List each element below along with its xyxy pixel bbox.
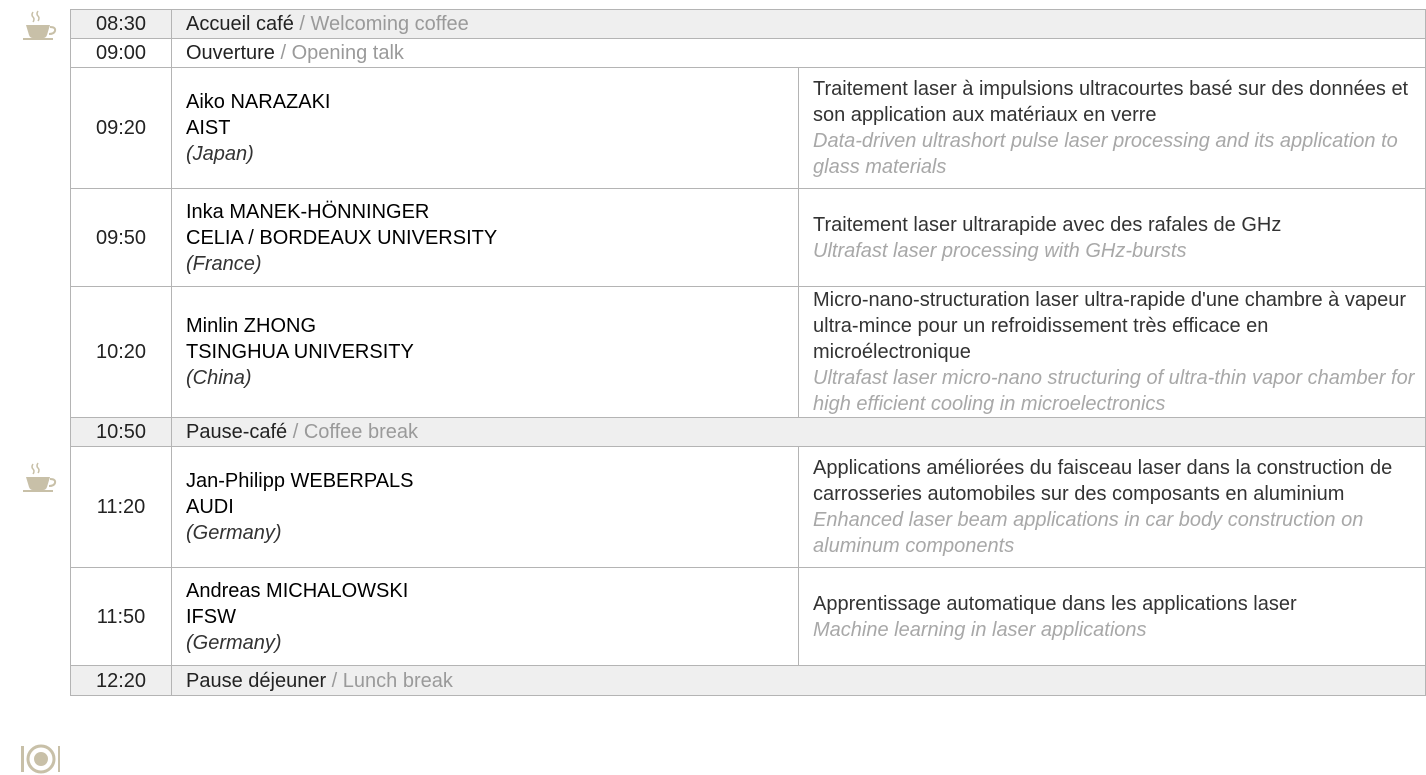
time-cell: 12:20	[70, 665, 172, 696]
talk-row: 09:50 Inka MANEK-HÖNNINGER CELIA / BORDE…	[70, 188, 1426, 287]
talk-cell: Traitement laser à impulsions ultracourt…	[798, 67, 1426, 189]
schedule-row-break: 10:50 Pause-café / Coffee break	[70, 417, 1426, 447]
separator: /	[280, 42, 287, 64]
talk-row: 11:50 Andreas MICHALOWSKI IFSW (Germany)…	[70, 567, 1426, 666]
coffee-cup-icon	[23, 10, 57, 40]
speaker-country: (China)	[186, 367, 252, 389]
talk-row: 09:20 Aiko NARAZAKI AIST (Japan) Traitem…	[70, 67, 1426, 189]
speaker-cell: Jan-Philipp WEBERPALS AUDI (Germany)	[171, 446, 799, 568]
separator: /	[331, 669, 338, 692]
speaker-name: Andreas MICHALOWSKI	[186, 579, 409, 602]
speaker-name: Inka MANEK-HÖNNINGER	[186, 200, 430, 223]
speaker-cell: Inka MANEK-HÖNNINGER CELIA / BORDEAUX UN…	[171, 188, 799, 287]
speaker-cell: Aiko NARAZAKI AIST (Japan)	[171, 67, 799, 189]
speaker-country: (Germany)	[186, 631, 282, 654]
talk-cell: Traitement laser ultrarapide avec des ra…	[798, 188, 1426, 287]
coffee-cup-icon	[23, 462, 57, 492]
time-cell: 09:20	[70, 67, 172, 189]
talk-title-en: Machine learning in laser applications	[813, 618, 1147, 641]
separator: /	[299, 13, 305, 35]
talk-cell: Apprentissage automatique dans les appli…	[798, 567, 1426, 666]
speaker-name: Aiko NARAZAKI	[186, 91, 331, 113]
speaker-org: CELIA / BORDEAUX UNIVERSITY	[186, 226, 498, 249]
speaker-country: (France)	[186, 252, 262, 275]
talk-cell: Micro-nano-structuration laser ultra-rap…	[798, 286, 1426, 418]
speaker-cell: Andreas MICHALOWSKI IFSW (Germany)	[171, 567, 799, 666]
talk-title-en: Data-driven ultrashort pulse laser proce…	[813, 130, 1398, 178]
schedule-row-opening: 09:00 Ouverture / Opening talk	[70, 38, 1426, 68]
plate-icon	[21, 744, 60, 774]
break-cell: Accueil café / Welcoming coffee	[171, 9, 1426, 39]
time-cell: 10:50	[70, 417, 172, 447]
time-cell: 09:00	[70, 38, 172, 68]
icon-column	[0, 0, 70, 774]
talk-row: 11:20 Jan-Philipp WEBERPALS AUDI (German…	[70, 446, 1426, 568]
talk-title-en: Ultrafast laser processing with GHz-burs…	[813, 239, 1187, 262]
speaker-org: IFSW	[186, 605, 236, 628]
time-cell: 08:30	[70, 9, 172, 39]
speaker-cell: Minlin ZHONG TSINGHUA UNIVERSITY (China)	[171, 286, 799, 418]
break-cell: Pause-café / Coffee break	[171, 417, 1426, 447]
speaker-country: (Germany)	[186, 522, 282, 544]
talk-title-fr: Apprentissage automatique dans les appli…	[813, 592, 1297, 615]
break-label-fr: Pause déjeuner	[186, 669, 327, 692]
talk-title-fr: Micro-nano-structuration laser ultra-rap…	[813, 289, 1406, 363]
opening-label-fr: Ouverture	[186, 42, 275, 64]
schedule-row-break: 08:30 Accueil café / Welcoming coffee	[70, 9, 1426, 39]
time-cell: 11:20	[70, 446, 172, 568]
speaker-name: Jan-Philipp WEBERPALS	[186, 470, 414, 492]
time-cell: 10:20	[70, 286, 172, 418]
speaker-country: (Japan)	[186, 143, 254, 165]
speaker-name: Minlin ZHONG	[186, 315, 317, 337]
break-label-fr: Accueil café	[186, 13, 294, 35]
talk-title-fr: Traitement laser ultrarapide avec des ra…	[813, 213, 1282, 236]
opening-cell: Ouverture / Opening talk	[171, 38, 1426, 68]
time-cell: 11:50	[70, 567, 172, 666]
speaker-org: AIST	[186, 117, 231, 139]
break-label-en: Coffee break	[303, 421, 419, 443]
schedule-row-break: 12:20 Pause déjeuner / Lunch break	[70, 665, 1426, 696]
break-label-en: Lunch break	[342, 669, 453, 692]
speaker-org: TSINGHUA UNIVERSITY	[186, 341, 414, 363]
schedule-table: 08:30 Accueil café / Welcoming coffee 09…	[70, 9, 1426, 696]
talk-cell: Applications améliorées du faisceau lase…	[798, 446, 1426, 568]
break-label-fr: Pause-café	[186, 421, 288, 443]
break-cell: Pause déjeuner / Lunch break	[171, 665, 1426, 696]
talk-row: 10:20 Minlin ZHONG TSINGHUA UNIVERSITY (…	[70, 286, 1426, 418]
opening-label-en: Opening talk	[291, 42, 404, 64]
separator: /	[292, 421, 299, 443]
talk-title-en: Enhanced laser beam applications in car …	[813, 509, 1364, 557]
time-cell: 09:50	[70, 188, 172, 287]
speaker-org: AUDI	[186, 496, 234, 518]
talk-title-fr: Applications améliorées du faisceau lase…	[813, 457, 1393, 505]
break-label-en: Welcoming coffee	[310, 13, 469, 35]
talk-title-fr: Traitement laser à impulsions ultracourt…	[813, 78, 1409, 126]
talk-title-en: Ultrafast laser micro-nano structuring o…	[813, 367, 1415, 415]
